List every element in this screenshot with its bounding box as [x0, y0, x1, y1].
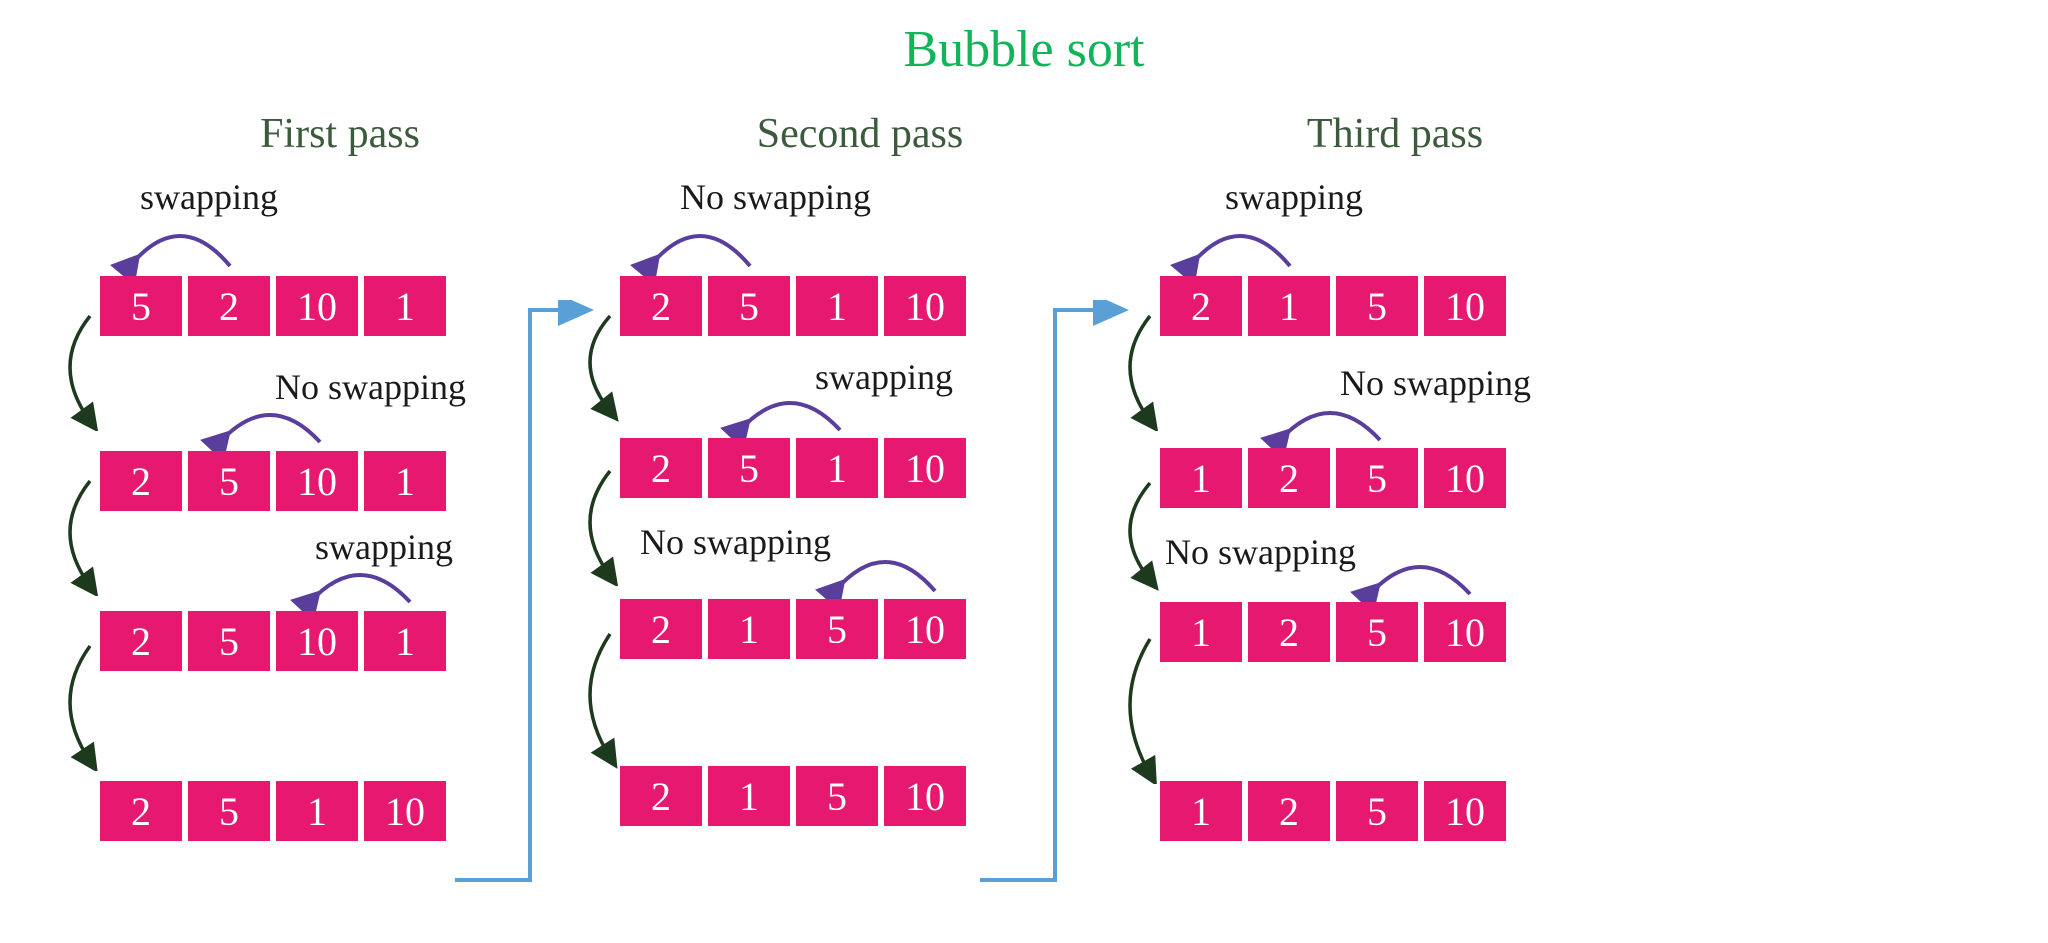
- swap-arc-icon: [110, 216, 250, 276]
- array-row: 2 1 5 10: [1160, 276, 1506, 336]
- array-cell: 5: [188, 611, 270, 671]
- array-row: 2 5 10 1: [100, 611, 446, 671]
- array-cell: 1: [1248, 276, 1330, 336]
- array-cell: 2: [100, 781, 182, 841]
- array-row: 1 2 5 10: [1160, 448, 1506, 508]
- swap-label: No swapping: [640, 521, 831, 563]
- array-cell: 2: [188, 276, 270, 336]
- pass-column-3: Third pass swapping 2 1 5 10 No swapping…: [1095, 110, 1635, 861]
- array-cell: 10: [884, 438, 966, 498]
- array-cell: 2: [1248, 448, 1330, 508]
- array-row: 2 5 1 10: [620, 438, 966, 498]
- array-cell: 2: [1248, 781, 1330, 841]
- array-cell: 5: [708, 276, 790, 336]
- array-row: 5 2 10 1: [100, 276, 446, 336]
- array-cell: 10: [884, 276, 966, 336]
- diagram-title: Bubble sort: [0, 20, 2048, 79]
- array-cell: 2: [620, 766, 702, 826]
- swap-arc-icon: [290, 556, 430, 612]
- swap-arc-icon: [815, 541, 955, 601]
- swap-arc-icon: [200, 396, 340, 452]
- swap-arc-icon: [1350, 548, 1490, 604]
- array-cell: 2: [100, 611, 182, 671]
- array-row: 2 5 1 10: [620, 276, 966, 336]
- array-row: 2 5 1 10: [100, 781, 446, 841]
- array-cell: 5: [708, 438, 790, 498]
- swap-label: swapping: [140, 176, 278, 218]
- swap-arc-icon: [630, 216, 770, 276]
- array-cell: 10: [364, 781, 446, 841]
- array-cell: 5: [796, 766, 878, 826]
- pass3-step4: 1 2 5 10: [1095, 701, 1635, 861]
- array-cell: 1: [1160, 602, 1242, 662]
- array-cell: 1: [796, 438, 878, 498]
- pass3-step3: No swapping 1 2 5 10: [1095, 526, 1635, 701]
- array-cell: 5: [1336, 276, 1418, 336]
- array-cell: 5: [1336, 602, 1418, 662]
- array-cell: 1: [796, 276, 878, 336]
- array-cell: 1: [364, 611, 446, 671]
- pass3-step1: swapping 2 1 5 10: [1095, 176, 1635, 366]
- pass-label-1: First pass: [100, 110, 580, 158]
- array-row: 1 2 5 10: [1160, 602, 1506, 662]
- array-cell: 5: [796, 599, 878, 659]
- array-cell: 2: [100, 451, 182, 511]
- array-cell: 2: [1248, 602, 1330, 662]
- array-row: 2 1 5 10: [620, 766, 966, 826]
- array-cell: 5: [188, 781, 270, 841]
- array-cell: 1: [364, 451, 446, 511]
- swap-arc-icon: [720, 384, 860, 440]
- array-row: 2 1 5 10: [620, 599, 966, 659]
- swap-label: No swapping: [1165, 531, 1356, 573]
- array-cell: 10: [276, 276, 358, 336]
- array-cell: 1: [364, 276, 446, 336]
- array-cell: 1: [708, 599, 790, 659]
- array-cell: 10: [884, 599, 966, 659]
- array-cell: 1: [708, 766, 790, 826]
- pass-label-2: Second pass: [620, 110, 1100, 158]
- array-cell: 10: [1424, 276, 1506, 336]
- pass-label-3: Third pass: [1155, 110, 1635, 158]
- swap-label: swapping: [1225, 176, 1363, 218]
- array-cell: 10: [1424, 448, 1506, 508]
- pass3-step2: No swapping 1 2 5 10: [1095, 366, 1635, 526]
- swap-label: No swapping: [680, 176, 871, 218]
- array-cell: 1: [1160, 781, 1242, 841]
- array-cell: 10: [276, 451, 358, 511]
- swap-arc-icon: [1170, 216, 1310, 276]
- array-cell: 2: [620, 276, 702, 336]
- array-cell: 5: [100, 276, 182, 336]
- array-cell: 1: [1160, 448, 1242, 508]
- array-cell: 10: [884, 766, 966, 826]
- array-cell: 10: [1424, 781, 1506, 841]
- array-cell: 2: [1160, 276, 1242, 336]
- array-cell: 1: [276, 781, 358, 841]
- array-cell: 10: [276, 611, 358, 671]
- swap-arc-icon: [1260, 394, 1400, 450]
- array-row: 2 5 10 1: [100, 451, 446, 511]
- array-cell: 5: [1336, 448, 1418, 508]
- array-cell: 10: [1424, 602, 1506, 662]
- array-cell: 5: [1336, 781, 1418, 841]
- array-cell: 2: [620, 599, 702, 659]
- array-cell: 2: [620, 438, 702, 498]
- array-row: 1 2 5 10: [1160, 781, 1506, 841]
- array-cell: 5: [188, 451, 270, 511]
